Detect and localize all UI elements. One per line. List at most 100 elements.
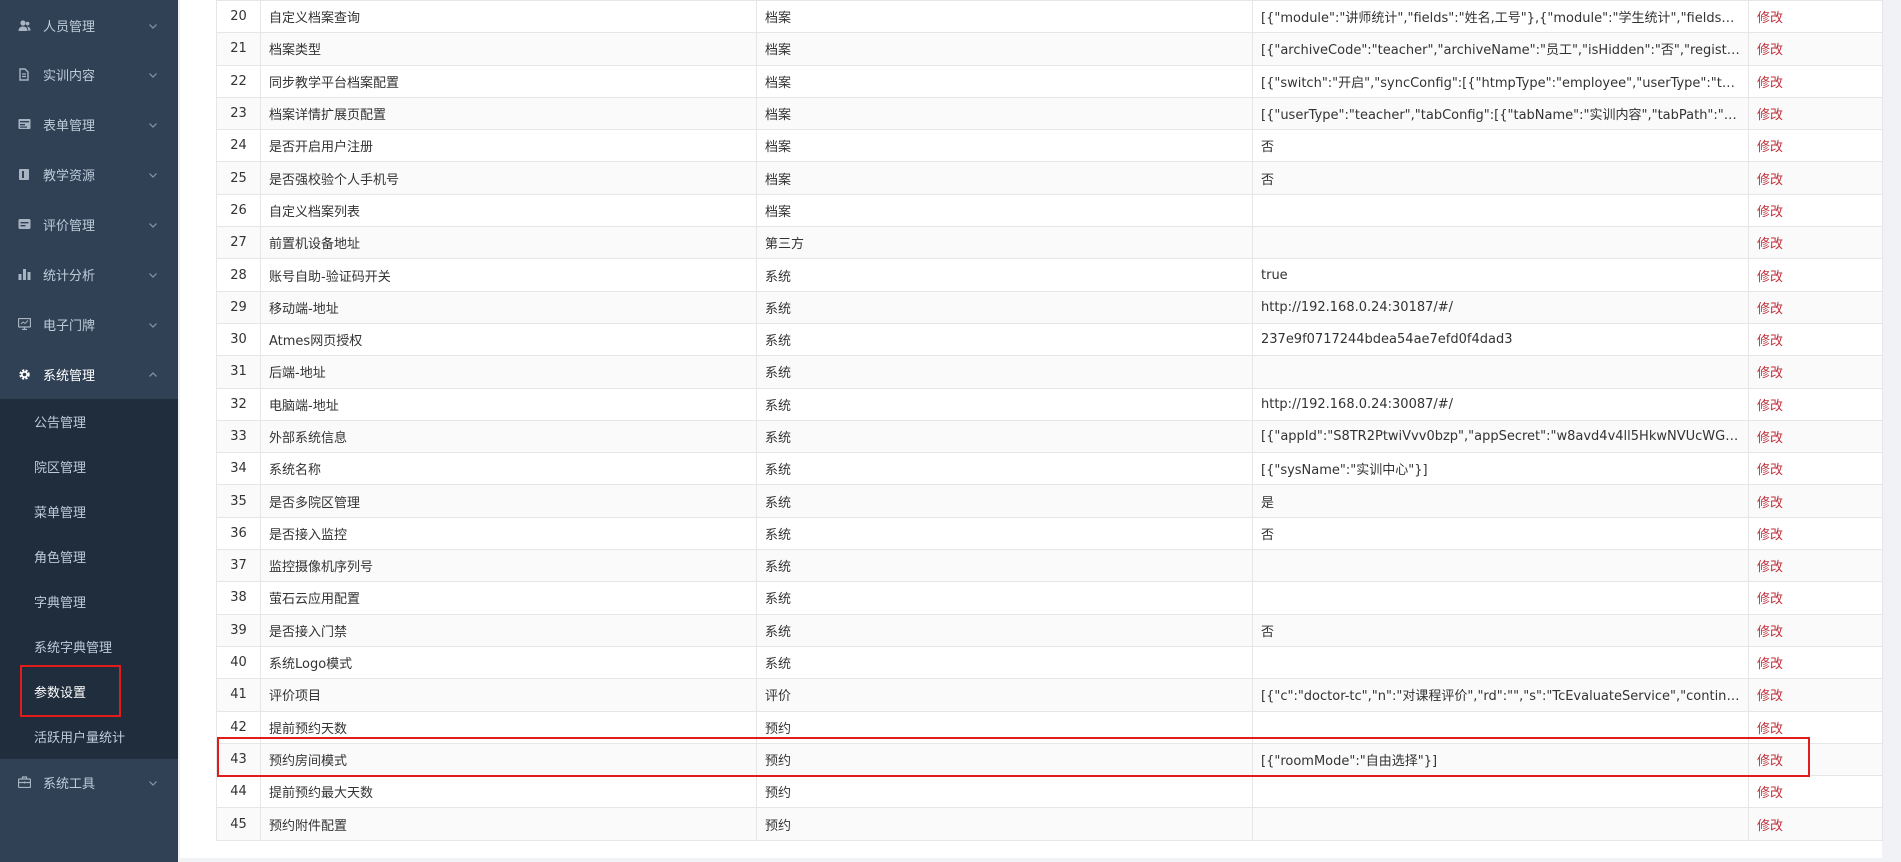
sidebar-menu-form[interactable]: 表单管理: [0, 99, 178, 149]
row-index-cell: 42: [216, 710, 261, 744]
edit-link[interactable]: 修改: [1748, 549, 1883, 583]
parameter-table: 20 自定义档案查询 档案 [{"module":"讲师统计","fields":"姓…: [216, 0, 1883, 841]
sidebar-menu-gear[interactable]: 系统管理: [0, 349, 178, 399]
edit-link[interactable]: 修改: [1748, 193, 1883, 228]
edit-link[interactable]: 修改: [1748, 226, 1883, 260]
param-value-cell: [{"appId":"S8TR2PtwiVvv0bzp","appSecret"…: [1252, 419, 1749, 454]
submenu-item[interactable]: 参数设置: [0, 669, 178, 714]
row-index-cell: 44: [216, 775, 261, 809]
bar-chart-icon: [17, 267, 31, 281]
edit-link[interactable]: 修改: [1748, 419, 1883, 454]
edit-link[interactable]: 修改: [1748, 258, 1883, 292]
row-index-cell: 33: [216, 419, 261, 454]
row-index-cell: 29: [216, 290, 261, 324]
param-category-cell: 系统: [756, 484, 1253, 518]
table-row: 20 自定义档案查询 档案 [{"module":"讲师统计","fields":"姓…: [216, 0, 1883, 34]
row-index-cell: 20: [216, 0, 261, 34]
param-category-cell: 档案: [756, 193, 1253, 228]
param-name-cell: 自定义档案列表: [260, 193, 757, 228]
row-index-cell: 26: [216, 193, 261, 228]
param-value-cell: [1252, 355, 1749, 389]
edit-link[interactable]: 修改: [1748, 0, 1883, 34]
edit-link[interactable]: 修改: [1748, 387, 1883, 421]
param-category-cell: 系统: [756, 516, 1253, 551]
submenu-item[interactable]: 字典管理: [0, 579, 178, 624]
param-category-cell: 预约: [756, 807, 1253, 841]
chevron-down-icon: [148, 319, 158, 329]
row-index-cell: 38: [216, 581, 261, 615]
param-value-cell: http://192.168.0.24:30187/#/: [1252, 290, 1749, 324]
submenu-item[interactable]: 公告管理: [0, 399, 178, 444]
param-name-cell: 前置机设备地址: [260, 226, 757, 260]
sidebar-menu-label: 实训内容: [43, 68, 96, 84]
table-row: 37 监控摄像机序列号 系统 修改: [216, 549, 1883, 583]
book-icon: [17, 67, 31, 81]
edit-link[interactable]: 修改: [1748, 742, 1883, 777]
table-row: 35 是否多院区管理 系统是修改: [216, 484, 1883, 518]
submenu-item[interactable]: 院区管理: [0, 444, 178, 489]
row-index-cell: 21: [216, 32, 261, 66]
param-name-cell: 提前预约天数: [260, 710, 757, 744]
edit-link[interactable]: 修改: [1748, 290, 1883, 324]
param-value-cell: [1252, 645, 1749, 680]
param-name-cell: 档案详情扩展页配置: [260, 96, 757, 131]
param-name-cell: 是否开启用户注册: [260, 129, 757, 163]
param-value-cell: [{"switch":"开启","syncConfig":[{"htmpType…: [1252, 64, 1749, 98]
edit-link[interactable]: 修改: [1748, 645, 1883, 680]
sidebar-menu-monitor[interactable]: 电子门牌: [0, 299, 178, 349]
submenu-item[interactable]: 活跃用户量统计: [0, 714, 178, 759]
row-index-cell: 28: [216, 258, 261, 292]
param-name-cell: 移动端-地址: [260, 290, 757, 324]
edit-link[interactable]: 修改: [1748, 581, 1883, 615]
edit-link[interactable]: 修改: [1748, 355, 1883, 389]
sidebar-menu-users[interactable]: 人员管理: [0, 0, 178, 50]
table-row: 34 系统名称 系统 [{"sysName":"实训中心"}] 修改: [216, 452, 1883, 486]
submenu-item[interactable]: 菜单管理: [0, 489, 178, 534]
edit-link[interactable]: 修改: [1748, 96, 1883, 131]
edit-link[interactable]: 修改: [1748, 129, 1883, 163]
edit-link[interactable]: 修改: [1748, 710, 1883, 744]
param-value-cell: [{"archiveCode":"teacher","archiveName":…: [1252, 32, 1749, 66]
sidebar-menu-resource[interactable]: 教学资源: [0, 149, 178, 199]
param-name-cell: 电脑端-地址: [260, 387, 757, 421]
chevron-down-icon: [148, 20, 158, 30]
edit-link[interactable]: 修改: [1748, 452, 1883, 486]
param-category-cell: 系统: [756, 613, 1253, 647]
param-category-cell: 系统: [756, 419, 1253, 454]
param-category-cell: 档案: [756, 64, 1253, 98]
submenu-item[interactable]: 系统字典管理: [0, 624, 178, 669]
table-row: 45 预约附件配置 预约 修改: [216, 807, 1883, 841]
sidebar-menu-toolbox[interactable]: 系统工具: [0, 757, 178, 807]
param-category-cell: 系统: [756, 452, 1253, 486]
edit-link[interactable]: 修改: [1748, 161, 1883, 195]
edit-link[interactable]: 修改: [1748, 32, 1883, 66]
table-row: 27 前置机设备地址 第三方 修改: [216, 226, 1883, 260]
sidebar-menu-bar-chart[interactable]: 统计分析: [0, 249, 178, 299]
edit-link[interactable]: 修改: [1748, 678, 1883, 712]
edit-link[interactable]: 修改: [1748, 775, 1883, 809]
edit-link[interactable]: 修改: [1748, 484, 1883, 518]
edit-link[interactable]: 修改: [1748, 807, 1883, 841]
edit-link[interactable]: 修改: [1748, 516, 1883, 551]
chevron-down-icon: [148, 777, 158, 787]
param-category-cell: 系统: [756, 387, 1253, 421]
table-row: 26 自定义档案列表 档案 修改: [216, 193, 1883, 228]
monitor-icon: [17, 317, 31, 331]
submenu-item-label: 系统字典管理: [34, 641, 113, 656]
edit-link[interactable]: 修改: [1748, 322, 1883, 357]
row-index-cell: 27: [216, 226, 261, 260]
param-value-cell: [1252, 226, 1749, 260]
chevron-up-icon: [148, 369, 158, 379]
table-row: 41 评价项目 评价 [{"c":"doctor-tc","n":"对课程评价","r…: [216, 678, 1883, 712]
sidebar-menu-book[interactable]: 实训内容: [0, 49, 178, 99]
row-index-cell: 41: [216, 678, 261, 712]
edit-link[interactable]: 修改: [1748, 64, 1883, 98]
param-name-cell: 预约房间模式: [260, 742, 757, 777]
submenu-item-label: 字典管理: [34, 596, 87, 611]
sidebar-menu-label: 系统管理: [43, 368, 96, 384]
submenu-item[interactable]: 角色管理: [0, 534, 178, 579]
edit-link[interactable]: 修改: [1748, 613, 1883, 647]
param-category-cell: 系统: [756, 322, 1253, 357]
row-index-cell: 37: [216, 549, 261, 583]
sidebar-menu-evaluate[interactable]: 评价管理: [0, 199, 178, 249]
